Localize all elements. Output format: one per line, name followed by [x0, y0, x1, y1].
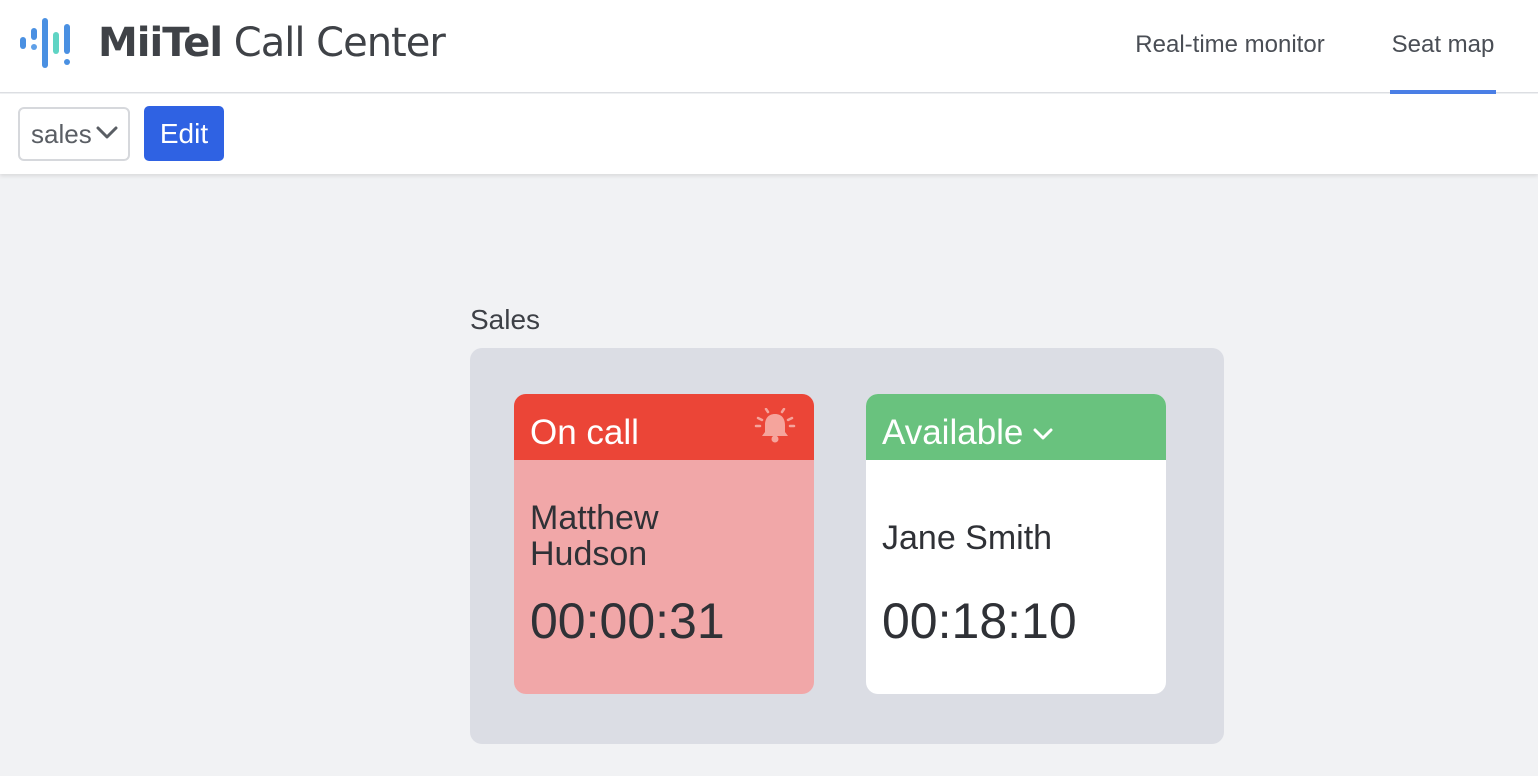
app-header: MiiTel Call Center Real-time monitor Sea…	[0, 0, 1538, 94]
toolbar: sales Edit	[0, 94, 1538, 174]
bell-ringing-icon[interactable]	[754, 408, 796, 446]
group-title: Sales	[470, 304, 541, 335]
edit-button[interactable]: Edit	[144, 106, 224, 161]
seat-group-sales: On call Matthew Hudson 00:00:31 Availabl…	[470, 348, 1224, 744]
seat-status-label: On call	[530, 413, 639, 452]
group-select[interactable]: sales	[18, 107, 130, 161]
logo-product: Call Center	[233, 20, 446, 66]
seat-card-available[interactable]: Available Jane Smith 00:18:10	[866, 394, 1166, 694]
status-timer: 00:18:10	[882, 593, 1077, 649]
seat-status-dropdown[interactable]: Available	[866, 394, 1166, 460]
group-select-value: sales	[31, 119, 92, 149]
tab-real-time-monitor[interactable]: Real-time monitor	[1120, 0, 1340, 93]
app-logo[interactable]: MiiTel Call Center	[20, 18, 446, 68]
logo-waveform-icon	[20, 18, 70, 68]
agent-name: Jane Smith	[882, 519, 1053, 557]
chevron-down-icon	[1033, 428, 1053, 440]
logo-brand: MiiTel	[98, 20, 223, 66]
agent-name: Matthew Hudson	[530, 499, 659, 573]
call-timer: 00:00:31	[530, 593, 725, 649]
seat-status-label: Available	[882, 413, 1024, 452]
seat-card-oncall[interactable]: On call Matthew Hudson 00:00:31	[514, 394, 814, 694]
seat-status-header: On call	[514, 394, 814, 460]
logo-wordmark: MiiTel Call Center	[98, 20, 446, 66]
tab-seat-map[interactable]: Seat map	[1390, 0, 1496, 94]
chevron-down-icon	[96, 126, 118, 139]
